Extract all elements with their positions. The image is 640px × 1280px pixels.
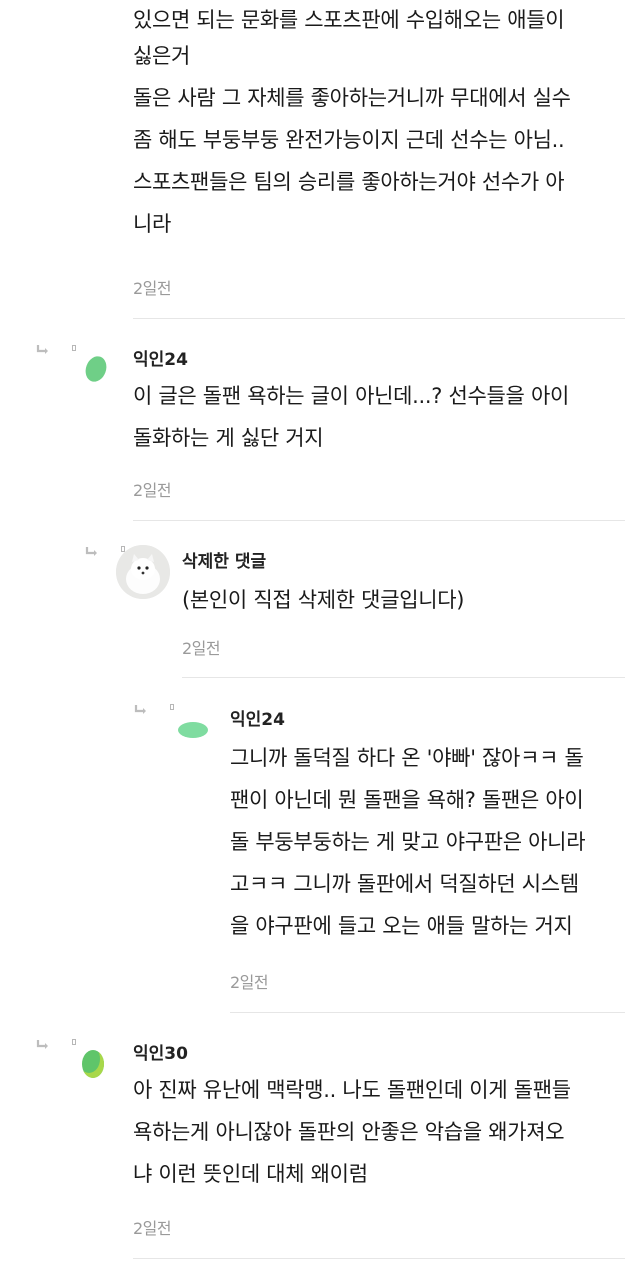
comment-timestamp: 2일전	[133, 279, 172, 298]
divider	[133, 1258, 625, 1259]
comment-line: 있으면 되는 문화를 스포츠판에 수입해오는 애들이	[133, 8, 565, 32]
avatar[interactable]	[116, 545, 170, 599]
comment-timestamp: 2일전	[133, 481, 172, 500]
avatar[interactable]	[178, 722, 208, 738]
comment-line: 좀 해도 부둥부둥 완전가능이지 근데 선수는 아님..	[133, 128, 565, 152]
reply-arrow-icon	[36, 1040, 48, 1049]
comment-line: 욕하는게 아니잖아 돌판의 안좋은 악습을 왜가져오	[133, 1120, 565, 1144]
divider	[133, 318, 625, 319]
comment-author: 삭제한 댓글	[182, 552, 267, 572]
comment-author[interactable]: 익인24	[133, 345, 188, 370]
comment-line: 팬이 아닌데 뭔 돌팬을 욕해? 돌팬은 아이	[230, 788, 584, 812]
comment-body: (본인이 직접 삭제한 댓글입니다)	[182, 582, 622, 618]
comment-timestamp: 2일전	[230, 973, 269, 992]
avatar[interactable]	[82, 353, 110, 385]
divider	[133, 520, 625, 521]
comment-line: 싫은거	[133, 44, 191, 68]
comment-author[interactable]: 익인30	[133, 1039, 188, 1064]
avatar[interactable]	[82, 1050, 104, 1078]
comment-line: 돌화하는 게 싫단 거지	[133, 426, 324, 450]
comment-line: 을 야구판에 들고 오는 애들 말하는 거지	[230, 914, 573, 938]
reply-arrow-icon	[134, 705, 146, 714]
comment-line: 냐 이런 뜻인데 대체 왜이럼	[133, 1162, 368, 1186]
comment-line: 이 글은 돌팬 욕하는 글이 아닌데...? 선수들을 아이	[133, 384, 569, 408]
comment-line: 아 진짜 유난에 맥락맹.. 나도 돌팬인데 이게 돌팬들	[133, 1078, 571, 1102]
comment-body: 그니까 돌덕질 하다 온 '야빠' 잖아ㅋㅋ 돌 팬이 아닌데 뭔 돌팬을 욕해…	[230, 740, 630, 944]
comment-line: 스포츠팬들은 팀의 승리를 좋아하는거야 선수가 아	[133, 170, 565, 194]
comment-line: 니라	[133, 212, 172, 236]
comment-timestamp: 2일전	[133, 1219, 172, 1238]
marker-icon	[170, 704, 174, 710]
comment-line: 고ㅋㅋ 그니까 돌판에서 덕질하던 시스템	[230, 872, 579, 896]
dog-avatar-icon	[116, 545, 170, 599]
reply-arrow-icon	[36, 345, 48, 354]
comment-body: 있으면 되는 문화를 스포츠판에 수입해오는 애들이 싫은거 돌은 사람 그 자…	[133, 2, 633, 242]
comment-line: 돌 부둥부둥하는 게 맞고 야구판은 아니라	[230, 830, 586, 854]
reply-arrow-icon	[85, 547, 97, 556]
comment-line: 돌은 사람 그 자체를 좋아하는거니까 무대에서 실수	[133, 86, 571, 110]
marker-icon	[72, 1039, 76, 1045]
comment-line: 그니까 돌덕질 하다 온 '야빠' 잖아ㅋㅋ 돌	[230, 746, 584, 770]
marker-icon	[72, 345, 76, 351]
comment-line: (본인이 직접 삭제한 댓글입니다)	[182, 588, 465, 612]
comment-author[interactable]: 익인24	[230, 705, 285, 730]
comment-body: 이 글은 돌팬 욕하는 글이 아닌데...? 선수들을 아이 돌화하는 게 싫단…	[133, 378, 633, 456]
comment-body: 아 진짜 유난에 맥락맹.. 나도 돌팬인데 이게 돌팬들 욕하는게 아니잖아 …	[133, 1072, 633, 1192]
divider	[230, 1012, 625, 1013]
divider	[182, 677, 625, 678]
comment-timestamp: 2일전	[182, 639, 221, 658]
